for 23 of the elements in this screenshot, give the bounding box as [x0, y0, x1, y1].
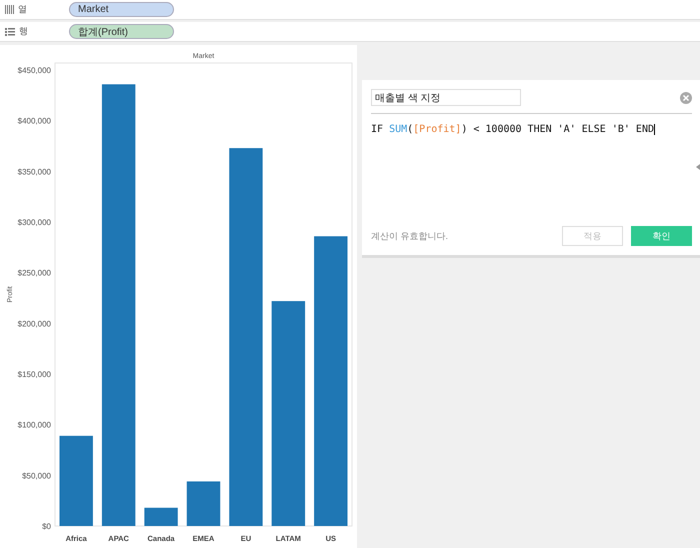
y-tick-label: $400,000	[18, 116, 51, 126]
bar	[186, 481, 220, 526]
y-tick-label: $350,000	[18, 167, 51, 176]
bar	[144, 508, 178, 526]
shelf-label: 열	[18, 3, 27, 16]
name-field[interactable]: 매출별 색 지정	[371, 89, 521, 106]
field-pill[interactable]: 합계(Profit)	[69, 24, 174, 39]
columns-icon	[5, 5, 14, 14]
y-tick-label: $0	[42, 522, 51, 531]
y-tick-label: $300,000	[18, 218, 51, 228]
y-tick-label: $50,000	[22, 471, 51, 480]
status-text: 계산이 유효합니다.	[371, 230, 450, 242]
shelf-label: 행	[19, 25, 28, 38]
collapse-arrow-icon[interactable]	[696, 164, 700, 170]
y-tick-label: $450,000	[18, 66, 51, 76]
close-icon[interactable]	[680, 92, 692, 104]
formula-editor[interactable]: IF SUM([Profit]) < 100000 THEN 'A' ELSE 'B' END	[371, 114, 692, 226]
y-tick-label: $150,000	[18, 370, 51, 380]
y-tick-label: $100,000	[18, 420, 51, 430]
field-pill[interactable]: Market	[69, 2, 174, 17]
y-tick-label: $250,000	[18, 268, 51, 278]
y-tick-label: $200,000	[18, 319, 51, 328]
rows-icon	[5, 28, 15, 36]
